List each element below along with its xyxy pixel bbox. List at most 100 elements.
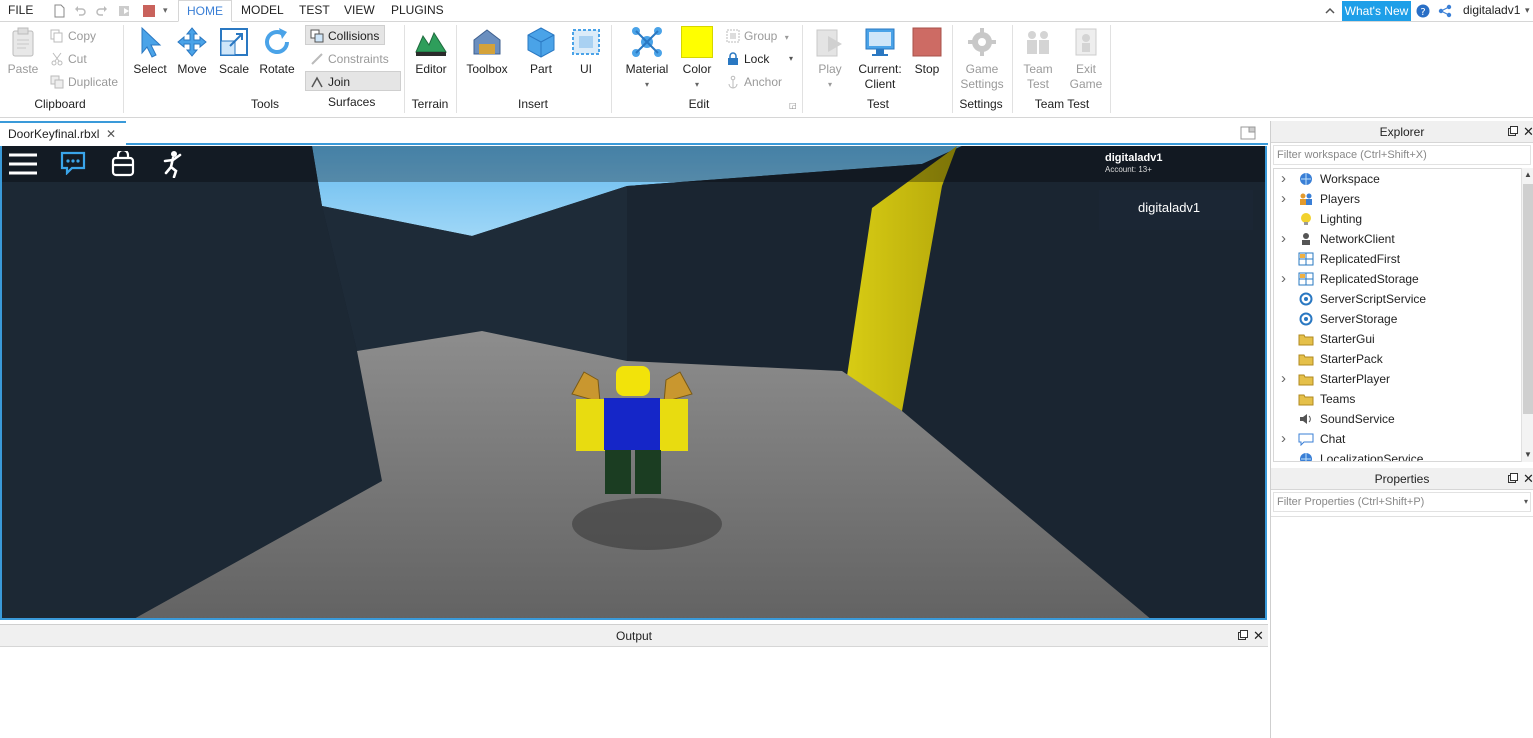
collisions-icon — [310, 29, 324, 43]
cut-button[interactable]: Cut — [46, 49, 87, 69]
scroll-down-icon[interactable]: ▼ — [1524, 450, 1532, 459]
explorer-item[interactable]: › ReplicatedStorage — [1274, 269, 1521, 289]
collisions-toggle[interactable]: Collisions — [305, 25, 385, 45]
explorer-item[interactable]: ServerScriptService — [1274, 289, 1521, 309]
undo-icon[interactable] — [73, 4, 87, 18]
backpack-icon[interactable] — [111, 151, 135, 177]
stop-icon[interactable] — [142, 4, 156, 18]
material-dropdown-icon[interactable]: ▾ — [624, 77, 670, 92]
explorer-item[interactable]: Lighting — [1274, 209, 1521, 229]
close-output-icon[interactable]: ✕ — [1253, 625, 1264, 647]
redo-icon[interactable] — [95, 4, 109, 18]
edit-settings-launcher-icon[interactable]: ◲ — [789, 101, 797, 110]
properties-filter-dropdown-icon[interactable]: ▾ — [1524, 493, 1528, 511]
toolbox-button[interactable]: Toolbox — [464, 26, 510, 77]
restore-viewport-icon[interactable] — [1240, 126, 1256, 140]
explorer-item[interactable]: ServerStorage — [1274, 309, 1521, 329]
collapse-ribbon-icon[interactable] — [1323, 4, 1337, 18]
paste-button[interactable]: Paste — [6, 26, 40, 77]
explorer-item[interactable]: › Chat — [1274, 429, 1521, 449]
explorer-item[interactable]: ReplicatedFirst — [1274, 249, 1521, 269]
lock-button[interactable]: Lock — [722, 49, 769, 69]
tab-test[interactable]: TEST — [299, 0, 330, 22]
join-surfaces-toggle[interactable]: Join Surfaces — [305, 71, 401, 109]
undock-icon[interactable] — [1508, 126, 1518, 136]
rotate-button[interactable]: Rotate — [258, 26, 296, 77]
user-dropdown-icon[interactable]: ▾ — [1525, 0, 1530, 22]
scale-button[interactable]: Scale — [216, 26, 252, 77]
share-icon[interactable] — [1438, 4, 1452, 18]
explorer-item[interactable]: › StarterPlayer — [1274, 369, 1521, 389]
scroll-up-icon[interactable]: ▲ — [1524, 170, 1532, 179]
copy-button[interactable]: Copy — [46, 26, 96, 46]
explorer-item[interactable]: › NetworkClient — [1274, 229, 1521, 249]
team-test-button[interactable]: Team Test — [1018, 26, 1058, 92]
tab-plugins[interactable]: PLUGINS — [391, 0, 444, 22]
expand-arrow-icon[interactable]: › — [1281, 169, 1286, 189]
quick-access-dropdown-icon[interactable]: ▾ — [163, 0, 168, 22]
document-tab[interactable]: DoorKeyfinal.rbxl ✕ — [0, 121, 126, 145]
emote-figure-icon[interactable] — [160, 150, 186, 178]
undock-icon[interactable] — [1238, 630, 1248, 640]
explorer-filter-input[interactable]: Filter workspace (Ctrl+Shift+X) — [1273, 145, 1531, 165]
explorer-item[interactable]: › Players — [1274, 189, 1521, 209]
tab-view[interactable]: VIEW — [344, 0, 375, 22]
username-menu[interactable]: digitaladv1 — [1463, 0, 1520, 22]
join-surfaces-label: Join Surfaces — [328, 75, 376, 109]
constraints-button[interactable]: Constraints — [306, 49, 389, 69]
stop-button[interactable]: Stop — [909, 26, 945, 77]
chat-bubble-icon[interactable] — [60, 151, 86, 175]
expand-arrow-icon[interactable]: › — [1281, 229, 1286, 249]
file-menu[interactable]: FILE — [8, 0, 33, 22]
undock-icon[interactable] — [1508, 473, 1518, 483]
new-file-icon[interactable] — [52, 4, 66, 18]
group-button[interactable]: Group ▾ — [722, 26, 789, 46]
color-dropdown-icon[interactable]: ▾ — [679, 77, 715, 92]
color-button[interactable]: Color ▾ — [679, 26, 715, 92]
help-icon[interactable]: ? — [1416, 4, 1430, 18]
expand-arrow-icon[interactable]: › — [1281, 429, 1286, 449]
group-dropdown-icon[interactable]: ▾ — [785, 33, 789, 42]
explorer-scrollbar[interactable]: ▲ ▼ — [1521, 168, 1533, 462]
expand-arrow-icon[interactable]: › — [1281, 189, 1286, 209]
hamburger-menu-icon[interactable] — [9, 152, 37, 176]
tab-home[interactable]: HOME — [178, 0, 232, 22]
menu-bar: FILE ▾ HOME MODEL TEST VIEW PLUGINS What… — [0, 0, 1533, 22]
document-tab-strip: DoorKeyfinal.rbxl ✕ — [0, 121, 1268, 145]
exit-game-label-2: Game — [1069, 77, 1103, 91]
properties-filter-input[interactable]: Filter Properties (Ctrl+Shift+P) ▾ — [1273, 492, 1531, 512]
expand-arrow-icon[interactable]: › — [1281, 369, 1286, 389]
close-properties-icon[interactable]: ✕ — [1523, 468, 1533, 490]
explorer-item[interactable]: StarterGui — [1274, 329, 1521, 349]
anchor-button[interactable]: Anchor — [722, 72, 782, 92]
whats-new-button[interactable]: What's New — [1342, 1, 1411, 21]
close-tab-icon[interactable]: ✕ — [106, 123, 116, 145]
current-client-button[interactable]: Current: Client — [856, 26, 904, 92]
exit-game-button[interactable]: Exit Game — [1066, 26, 1106, 92]
game-settings-button[interactable]: Game Settings — [958, 26, 1006, 92]
game-viewport[interactable]: digitaladv1 Account: 13+ digitaladv1 — [0, 146, 1267, 620]
explorer-item[interactable]: › Workspace — [1274, 169, 1521, 189]
close-explorer-icon[interactable]: ✕ — [1523, 121, 1533, 143]
explorer-item[interactable]: StarterPack — [1274, 349, 1521, 369]
play-dropdown-icon[interactable]: ▾ — [812, 77, 848, 92]
tab-model[interactable]: MODEL — [241, 0, 284, 22]
move-button[interactable]: Move — [174, 26, 210, 77]
play-icon[interactable] — [118, 4, 132, 18]
ui-button[interactable]: UI — [568, 26, 604, 77]
explorer-tree: › Workspace › Players Lighting › NetworkClient… — [1273, 168, 1521, 462]
explorer-item[interactable]: SoundService — [1274, 409, 1521, 429]
leaderboard-panel[interactable]: digitaladv1 — [1099, 190, 1253, 230]
properties-header: Properties ✕ — [1271, 468, 1533, 490]
duplicate-button[interactable]: Duplicate — [46, 72, 118, 92]
play-button[interactable]: Play ▾ — [812, 26, 848, 92]
lock-dropdown-icon[interactable]: ▾ — [789, 54, 793, 63]
scroll-thumb[interactable] — [1523, 184, 1533, 414]
expand-arrow-icon[interactable]: › — [1281, 269, 1286, 289]
explorer-item[interactable]: LocalizationService — [1274, 449, 1521, 461]
select-button[interactable]: Select — [132, 26, 168, 77]
explorer-item[interactable]: Teams — [1274, 389, 1521, 409]
material-button[interactable]: Material ▾ — [624, 26, 670, 92]
terrain-editor-button[interactable]: Editor — [412, 26, 450, 77]
part-button[interactable]: Part — [523, 26, 559, 77]
